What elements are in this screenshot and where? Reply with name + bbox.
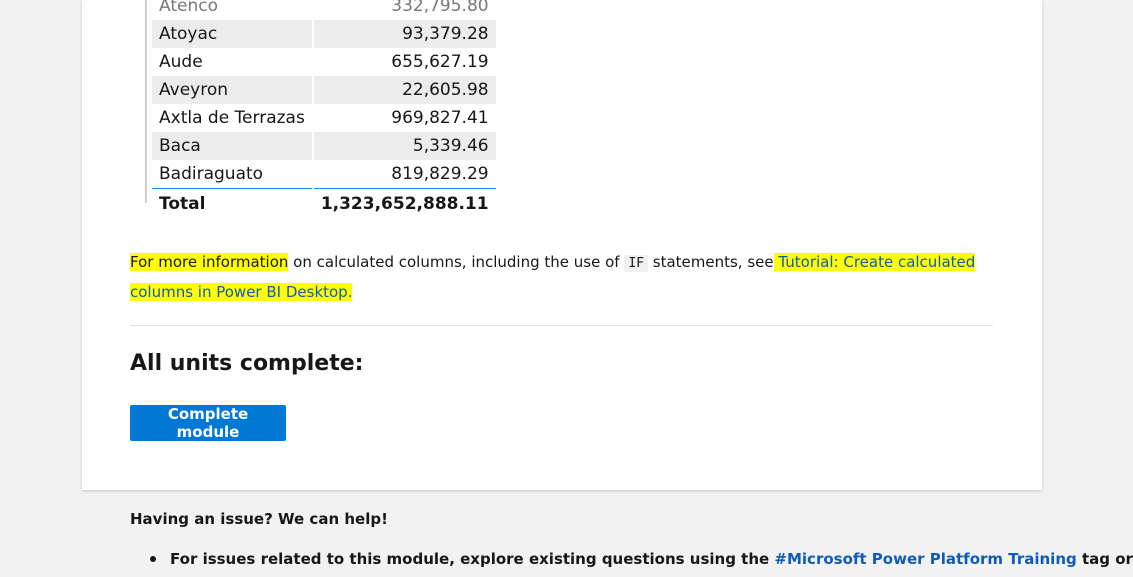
total-label: Total bbox=[159, 194, 206, 214]
row-name: Aveyron bbox=[152, 76, 313, 104]
info-paragraph: For more information on calculated colum… bbox=[130, 248, 990, 306]
table-row: Atoyac 93,379.28 bbox=[152, 20, 496, 48]
divider bbox=[130, 325, 993, 326]
row-value: 655,627.19 bbox=[311, 48, 496, 76]
row-value: 819,829.29 bbox=[311, 160, 496, 189]
table-scrollbar[interactable] bbox=[145, 0, 147, 203]
bullet-icon bbox=[150, 555, 156, 562]
total-row: Total 1,323,652,888.11 bbox=[152, 188, 496, 219]
table-row: Baca 5,339.46 bbox=[152, 132, 496, 160]
row-name: Atenco bbox=[159, 0, 218, 16]
table-row: Badiraguato 819,829.29 bbox=[152, 160, 496, 189]
row-name: Axtla de Terrazas bbox=[159, 108, 305, 128]
power-platform-tag-link[interactable]: #Microsoft Power Platform Training bbox=[774, 550, 1076, 568]
table-row: Axtla de Terrazas 969,827.41 bbox=[152, 104, 496, 132]
help-item-text: For issues related to this module, explo… bbox=[170, 550, 775, 568]
table-row: Aveyron 22,605.98 bbox=[152, 76, 496, 104]
inline-code: IF bbox=[624, 255, 648, 272]
row-value: 93,379.28 bbox=[311, 20, 496, 48]
section-heading: All units complete: bbox=[130, 351, 364, 376]
row-value: 22,605.98 bbox=[311, 76, 496, 104]
info-text-2: statements, see bbox=[647, 253, 774, 271]
row-value: 969,827.41 bbox=[311, 104, 496, 132]
highlighted-text: For more information bbox=[130, 253, 289, 271]
help-list-item: For issues related to this module, explo… bbox=[130, 550, 1133, 568]
table-row: Atenco 332,795.80 bbox=[152, 0, 496, 20]
complete-module-button[interactable]: Complete module bbox=[130, 405, 286, 441]
table-row: Aude 655,627.19 bbox=[152, 48, 496, 76]
row-name: Badiraguato bbox=[152, 160, 313, 189]
row-name: Baca bbox=[152, 132, 313, 160]
info-text: on calculated columns, including the use… bbox=[288, 253, 625, 271]
total-value: 1,323,652,888.11 bbox=[311, 188, 496, 219]
help-title: Having an issue? We can help! bbox=[130, 510, 388, 528]
help-item-suffix: tag or bbox=[1076, 550, 1133, 568]
row-name: Aude bbox=[159, 52, 203, 72]
row-value: 5,339.46 bbox=[311, 132, 496, 160]
row-name: Atoyac bbox=[152, 20, 313, 48]
data-table: Atenco 332,795.80 Atoyac 93,379.28 Aude … bbox=[152, 0, 496, 219]
row-value: 332,795.80 bbox=[311, 0, 496, 20]
